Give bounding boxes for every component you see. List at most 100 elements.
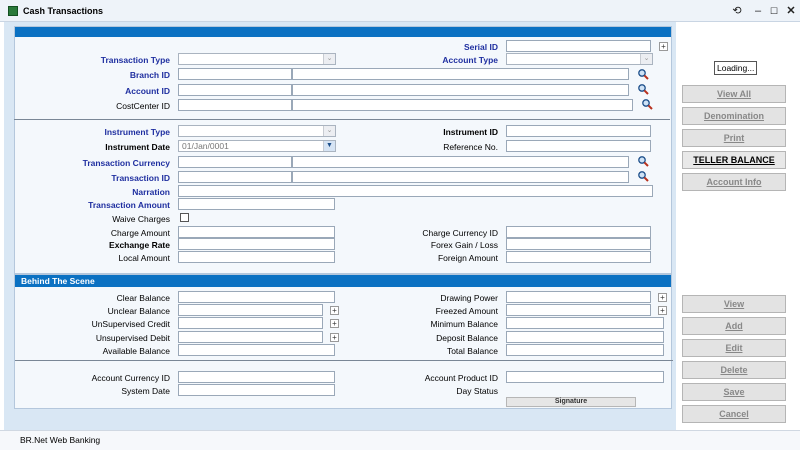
- delete-button[interactable]: Delete: [682, 361, 786, 379]
- chevron-down-icon: ▼: [323, 141, 335, 151]
- signature-button[interactable]: Signature: [506, 397, 636, 407]
- loading-indicator: Loading...: [714, 61, 758, 75]
- costcenter-id-field[interactable]: [178, 99, 292, 111]
- transaction-lookup-magnifier-icon[interactable]: [637, 170, 649, 182]
- save-button[interactable]: Save: [682, 383, 786, 401]
- freezed-amount-plus-icon[interactable]: +: [658, 306, 667, 315]
- minimum-balance-label: Minimum Balance: [430, 319, 498, 329]
- behind-scene-title: Behind The Scene: [15, 275, 671, 287]
- account-currency-id-field: [178, 371, 335, 383]
- account-product-id-label: Account Product ID: [424, 373, 498, 383]
- chevron-down-icon: ⌄: [323, 54, 335, 64]
- unsupervised-credit-label: UnSupervised Credit: [91, 319, 170, 329]
- instrument-date-value: 01/Jan/0001: [182, 141, 229, 151]
- available-balance-label: Available Balance: [102, 346, 170, 356]
- instrument-date-label: Instrument Date: [105, 142, 170, 152]
- instrument-id-label: Instrument ID: [443, 127, 498, 137]
- maximize-icon[interactable]: ☐: [767, 4, 781, 18]
- chevron-down-icon: ⌄: [323, 126, 335, 136]
- clear-balance-field: [178, 291, 335, 303]
- costcenter-lookup-magnifier-icon[interactable]: [641, 98, 653, 110]
- unsupervised-credit-plus-icon[interactable]: +: [330, 319, 339, 328]
- cancel-button[interactable]: Cancel: [682, 405, 786, 423]
- forex-gain-loss-field[interactable]: [506, 238, 651, 250]
- charge-currency-id-field[interactable]: [506, 226, 651, 238]
- transaction-id-field[interactable]: [178, 171, 292, 183]
- deposit-balance-field: [506, 331, 664, 343]
- edit-button[interactable]: Edit: [682, 339, 786, 357]
- teller-balance-button[interactable]: TELLER BALANCE: [682, 151, 786, 169]
- freezed-amount-label: Freezed Amount: [435, 306, 498, 316]
- panel-header-bar: [15, 27, 671, 37]
- exchange-rate-label: Exchange Rate: [109, 240, 170, 250]
- account-id-field[interactable]: [178, 84, 292, 96]
- account-info-button[interactable]: Account Info: [682, 173, 786, 191]
- total-balance-field: [506, 344, 664, 356]
- unsupervised-credit-field: [178, 317, 323, 329]
- charge-amount-label: Charge Amount: [110, 228, 170, 238]
- branch-id-label: Branch ID: [129, 70, 170, 80]
- waive-charges-checkbox[interactable]: [180, 213, 189, 222]
- transaction-type-select[interactable]: ⌄: [178, 53, 336, 65]
- drawing-power-label: Drawing Power: [440, 293, 498, 303]
- branch-name-field[interactable]: [292, 68, 629, 80]
- charge-amount-field[interactable]: [178, 226, 335, 238]
- branch-id-field[interactable]: [178, 68, 292, 80]
- narration-label: Narration: [132, 187, 170, 197]
- available-balance-field: [178, 344, 335, 356]
- transaction-currency-field[interactable]: [178, 156, 292, 168]
- refresh-icon[interactable]: ⟲: [730, 4, 744, 18]
- unclear-balance-plus-icon[interactable]: +: [330, 306, 339, 315]
- reference-no-field[interactable]: [506, 140, 651, 152]
- account-lookup-magnifier-icon[interactable]: [637, 83, 649, 95]
- charge-currency-id-label: Charge Currency ID: [422, 228, 498, 238]
- system-date-label: System Date: [121, 386, 170, 396]
- total-balance-label: Total Balance: [446, 346, 498, 356]
- exchange-rate-field[interactable]: [178, 238, 335, 250]
- minimum-balance-field: [506, 317, 664, 329]
- transaction-id-name-field[interactable]: [292, 171, 629, 183]
- add-button[interactable]: Add: [682, 317, 786, 335]
- close-icon[interactable]: ✕: [784, 4, 798, 18]
- instrument-type-select[interactable]: ⌄: [178, 125, 336, 137]
- deposit-balance-label: Deposit Balance: [436, 333, 498, 343]
- account-product-id-field: [506, 371, 664, 383]
- transaction-type-label: Transaction Type: [100, 55, 170, 65]
- foreign-amount-field[interactable]: [506, 251, 651, 263]
- transaction-amount-field[interactable]: [178, 198, 335, 210]
- denomination-button[interactable]: Denomination: [682, 107, 786, 125]
- instrument-date-picker[interactable]: 01/Jan/0001 ▼: [178, 140, 336, 152]
- account-id-label: Account ID: [125, 86, 170, 96]
- costcenter-id-label: CostCenter ID: [116, 101, 170, 111]
- costcenter-name-field[interactable]: [292, 99, 633, 111]
- currency-lookup-magnifier-icon[interactable]: [637, 155, 649, 167]
- divider: [15, 360, 673, 361]
- local-amount-field[interactable]: [178, 251, 335, 263]
- section-divider: [14, 119, 670, 120]
- minimize-icon[interactable]: –: [751, 4, 765, 18]
- serial-id-label: Serial ID: [463, 42, 498, 52]
- instrument-id-field[interactable]: [506, 125, 651, 137]
- unsupervised-debit-plus-icon[interactable]: +: [330, 333, 339, 342]
- status-text: BR.Net Web Banking: [20, 435, 101, 445]
- unclear-balance-label: Unclear Balance: [107, 306, 170, 316]
- transaction-id-label: Transaction ID: [111, 173, 170, 183]
- app-icon: [8, 6, 18, 16]
- window-title: Cash Transactions: [23, 6, 104, 16]
- drawing-power-plus-icon[interactable]: +: [658, 293, 667, 302]
- transaction-amount-label: Transaction Amount: [88, 200, 170, 210]
- system-date-field: [178, 384, 335, 396]
- serial-id-field[interactable]: [506, 40, 651, 52]
- view-button[interactable]: View: [682, 295, 786, 313]
- view-all-button[interactable]: View All: [682, 85, 786, 103]
- transaction-currency-name-field[interactable]: [292, 156, 629, 168]
- account-type-select[interactable]: ⌄: [506, 53, 653, 65]
- print-button[interactable]: Print: [682, 129, 786, 147]
- branch-lookup-magnifier-icon[interactable]: [637, 68, 649, 80]
- foreign-amount-label: Foreign Amount: [437, 253, 498, 263]
- narration-field[interactable]: [178, 185, 653, 197]
- account-name-field[interactable]: [292, 84, 629, 96]
- window-titlebar: Cash Transactions ⟲ – ☐ ✕: [0, 0, 800, 22]
- clear-balance-label: Clear Balance: [116, 293, 170, 303]
- serial-id-plus-icon[interactable]: +: [659, 42, 668, 51]
